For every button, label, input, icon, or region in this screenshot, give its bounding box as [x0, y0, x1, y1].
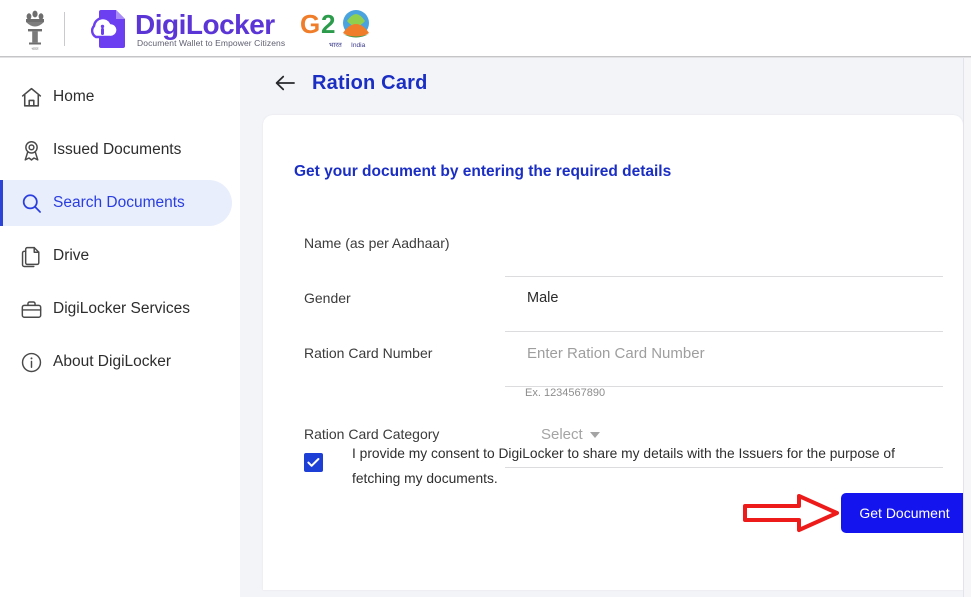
gender-input-value: Male	[527, 290, 559, 306]
svg-text:भारत: भारत	[329, 42, 342, 49]
ration-card-number-hint: Ex. 1234567890	[525, 387, 606, 399]
annotation-arrow-icon	[741, 493, 841, 533]
content-scroll-area: Ration Card onlineservicess.in Get your …	[240, 58, 968, 597]
consent-row: I provide my consent to DigiLocker to sh…	[304, 441, 929, 491]
sidebar-item-label: Drive	[53, 247, 90, 264]
chevron-down-icon	[589, 431, 600, 438]
g20-logo: G 2 भारत India	[299, 7, 385, 51]
home-icon	[14, 82, 48, 112]
ration-card-number-input[interactable]: Enter Ration Card Number	[505, 332, 943, 387]
svg-text:2: 2	[321, 9, 335, 39]
brand-tagline: Document Wallet to Empower Citizens	[137, 37, 286, 48]
sidebar-item-issued-documents[interactable]: Issued Documents	[0, 127, 240, 173]
back-arrow-icon[interactable]	[272, 70, 298, 96]
digilocker-mark-icon	[81, 8, 131, 50]
svg-text:भारत: भारत	[32, 47, 40, 51]
sidebar-item-drive[interactable]: Drive	[0, 233, 240, 279]
briefcase-icon	[14, 294, 48, 324]
sidebar: Home Issued Documents Search Documents D…	[0, 58, 240, 597]
document-request-card: Get your document by entering the requir…	[263, 115, 968, 590]
page-header: Ration Card	[240, 58, 963, 108]
get-document-button[interactable]: Get Document	[841, 493, 968, 533]
gender-field-label: Gender	[304, 290, 351, 306]
app-root: भारत DigiLocker Document Wallet to Empow…	[0, 0, 971, 597]
header-divider	[64, 11, 65, 46]
content-right-gutter	[963, 58, 971, 597]
name-field-label: Name (as per Aadhaar)	[304, 235, 450, 251]
sidebar-item-about-digilocker[interactable]: About DigiLocker	[0, 339, 240, 385]
consent-text: I provide my consent to DigiLocker to sh…	[352, 446, 895, 486]
info-circle-icon	[14, 347, 48, 377]
digilocker-logo[interactable]: DigiLocker Document Wallet to Empower Ci…	[81, 8, 285, 50]
consent-checkbox[interactable]	[304, 453, 323, 472]
main-content: Ration Card onlineservicess.in Get your …	[240, 58, 971, 597]
sidebar-item-search-documents[interactable]: Search Documents	[0, 180, 232, 226]
document-request-form: Name (as per Aadhaar) Gender Male Ration…	[263, 222, 963, 468]
form-row-name: Name (as per Aadhaar)	[263, 222, 963, 277]
form-row-ration-card-number: Ration Card Number Enter Ration Card Num…	[263, 332, 963, 399]
brand-name: DigiLocker	[135, 8, 275, 40]
name-input[interactable]	[505, 222, 943, 277]
search-icon	[14, 188, 48, 218]
sidebar-item-home[interactable]: Home	[0, 74, 240, 120]
sidebar-nav-list: Home Issued Documents Search Documents D…	[0, 58, 240, 385]
svg-text:G: G	[300, 9, 320, 39]
ration-card-number-placeholder: Enter Ration Card Number	[527, 345, 705, 362]
card-heading: Get your document by entering the requir…	[294, 163, 672, 180]
page-title: Ration Card	[312, 71, 428, 94]
sidebar-item-label: Search Documents	[53, 194, 185, 211]
pages-icon	[14, 241, 48, 271]
gender-input[interactable]: Male	[505, 277, 943, 332]
national-emblem-icon: भारत	[18, 6, 52, 52]
top-header: भारत DigiLocker Document Wallet to Empow…	[0, 0, 971, 57]
sidebar-item-digilocker-services[interactable]: DigiLocker Services	[0, 286, 240, 332]
sidebar-item-label: DigiLocker Services	[53, 300, 190, 317]
svg-text:India: India	[351, 42, 366, 49]
sidebar-item-label: Home	[53, 88, 95, 105]
form-row-gender: Gender Male	[263, 277, 963, 332]
ration-card-number-field-label: Ration Card Number	[304, 345, 433, 361]
award-ribbon-icon	[14, 135, 48, 165]
sidebar-item-label: About DigiLocker	[53, 353, 172, 370]
sidebar-item-label: Issued Documents	[53, 141, 182, 158]
